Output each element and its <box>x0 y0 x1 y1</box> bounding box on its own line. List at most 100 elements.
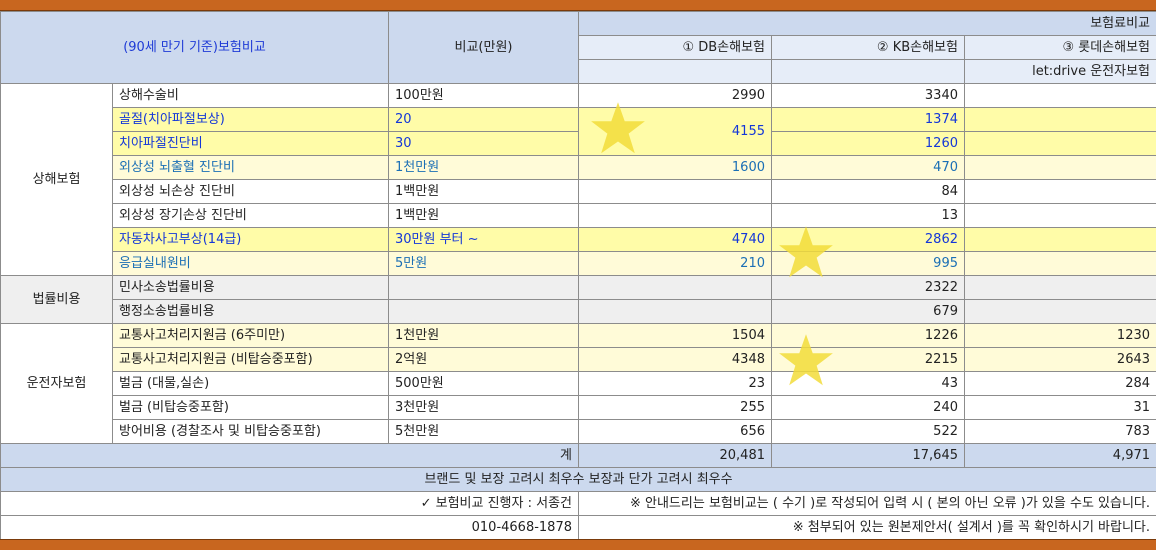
row-kb: 1226 <box>771 323 965 348</box>
table-row: 방어비용 (경찰조사 및 비탑승중포함) 5천만원 656 522 783 <box>1 419 1156 444</box>
lotte-insurance-header: ③ 롯데손해보험 <box>963 35 1156 60</box>
table-row: 골절(치아파절보상) 20 4155 1374 <box>1 107 1156 156</box>
table-row: 외상성 뇌출혈 진단비 1천만원 1600 470 <box>1 155 1156 180</box>
row-db: 1600 <box>578 155 772 180</box>
row-item: 응급실내원비 <box>112 251 389 276</box>
row-kb: 522 <box>771 419 965 444</box>
manager-phone: 010-4668-1878 <box>0 515 579 540</box>
total-db: 20,481 <box>578 443 772 468</box>
row-lotte <box>963 131 1156 156</box>
row-db <box>578 179 772 204</box>
summary-row: 브랜드 및 보장 고려시 최우수 보장과 단가 고려시 최우수 <box>0 467 1156 492</box>
row-kb: 995 <box>771 251 965 276</box>
row-compare: 1천만원 <box>388 323 579 348</box>
row-kb: 1260 <box>771 131 965 156</box>
total-lotte: 4,971 <box>963 443 1156 468</box>
row-db: 4155 <box>578 107 772 156</box>
row-compare: 1천만원 <box>388 155 579 180</box>
row-compare: 1백만원 <box>388 179 579 204</box>
row-lotte: 284 <box>963 371 1156 396</box>
row-item: 골절(치아파절보상) <box>112 107 389 132</box>
row-lotte <box>963 275 1156 300</box>
row-db: 4348 <box>578 347 772 372</box>
table-title: (90세 만기 기준)보험비교 <box>0 11 389 84</box>
row-kb: 240 <box>771 395 965 420</box>
table-row: 교통사고처리지원금 (비탑승중포함) 2억원 4348 2215 2643 <box>1 347 1156 372</box>
premium-compare-header: 보험료비교 <box>577 11 1156 36</box>
row-db: 4740 <box>578 227 772 252</box>
row-kb: 13 <box>771 203 965 228</box>
row-item: 민사소송법률비용 <box>112 275 389 300</box>
row-item: 상해수술비 <box>112 83 389 108</box>
row-lotte <box>963 179 1156 204</box>
row-compare: 1백만원 <box>388 203 579 228</box>
row-kb: 470 <box>771 155 965 180</box>
lotte-product-name: let:drive 운전자보험 <box>963 59 1156 84</box>
row-item: 치아파절진단비 <box>112 131 389 156</box>
footer-row: ✓ 보험비교 진행자 : 서종건 ※ 안내드리는 보험비교는 ( 수기 )로 작… <box>0 491 1156 516</box>
table-row: 외상성 뇌손상 진단비 1백만원 84 <box>1 179 1156 204</box>
table-row: 상해보험 상해수술비 100만원 2990 3340 <box>0 83 1156 276</box>
compare-column-header: 비교(만원) <box>388 11 579 84</box>
row-lotte <box>963 107 1156 132</box>
notice-line-1: ※ 안내드리는 보험비교는 ( 수기 )로 작성되어 입력 시 ( 본의 아닌 … <box>577 491 1156 516</box>
row-compare <box>388 275 579 300</box>
total-row: 계 20,481 17,645 4,971 <box>0 443 1156 468</box>
summary-text: 브랜드 및 보장 고려시 최우수 보장과 단가 고려시 최우수 <box>0 467 1156 492</box>
table-row: 운전자보험 교통사고처리지원금 (6주미만) 1천만원 1504 1226 12… <box>0 323 1156 444</box>
row-db: 2990 <box>578 83 772 108</box>
table-row: 자동차사고부상(14급) 30만원 부터 ~ 4740 2862 <box>1 227 1156 252</box>
category-driver: 운전자보험 <box>0 323 113 444</box>
row-kb: 84 <box>771 179 965 204</box>
table-row: 행정소송법률비용 679 <box>1 299 1156 324</box>
table-row: 벌금 (대물,실손) 500만원 23 43 284 <box>1 371 1156 396</box>
table-row: 법률비용 민사소송법률비용 2322 <box>0 275 1156 324</box>
row-db <box>578 275 772 300</box>
row-db: 210 <box>578 251 772 276</box>
row-item: 외상성 뇌손상 진단비 <box>112 179 389 204</box>
row-kb: 1374 <box>771 107 965 132</box>
row-db <box>578 203 772 228</box>
row-kb: 2322 <box>771 275 965 300</box>
row-kb: 3340 <box>771 83 965 108</box>
row-compare: 30만원 부터 ~ <box>388 227 579 252</box>
row-compare: 5천만원 <box>388 419 579 444</box>
row-kb: 2862 <box>771 227 965 252</box>
row-item: 방어비용 (경찰조사 및 비탑승중포함) <box>112 419 389 444</box>
row-lotte: 1230 <box>963 323 1156 348</box>
row-lotte <box>963 299 1156 324</box>
row-db: 255 <box>578 395 772 420</box>
row-item: 외상성 장기손상 진단비 <box>112 203 389 228</box>
table-row: 치아파절진단비 30 1260 <box>1 131 1156 156</box>
row-lotte <box>963 155 1156 180</box>
row-compare: 3천만원 <box>388 395 579 420</box>
row-kb: 679 <box>771 299 965 324</box>
table-row: 벌금 (비탑승중포함) 3천만원 255 240 31 <box>1 395 1156 420</box>
table-row: 외상성 장기손상 진단비 1백만원 13 <box>1 203 1156 228</box>
row-item: 교통사고처리지원금 (6주미만) <box>112 323 389 348</box>
row-lotte <box>963 227 1156 252</box>
row-compare: 5만원 <box>388 251 579 276</box>
row-compare: 2억원 <box>388 347 579 372</box>
row-db: 656 <box>578 419 772 444</box>
table-row: 응급실내원비 5만원 210 995 <box>1 251 1156 276</box>
row-kb: 2215 <box>771 347 965 372</box>
insurance-comparison-table: (90세 만기 기준)보험비교 비교(만원) 보험료비교 ① DB손해보험 ② … <box>0 11 1156 540</box>
row-kb: 43 <box>771 371 965 396</box>
bottom-accent-bar <box>0 539 1156 550</box>
category-legal: 법률비용 <box>0 275 113 324</box>
total-label: 계 <box>0 443 579 468</box>
row-item: 벌금 (대물,실손) <box>112 371 389 396</box>
notice-line-2: ※ 첨부되어 있는 원본제안서( 설계서 )를 꼭 확인하시기 바랍니다. <box>577 515 1156 540</box>
row-item: 외상성 뇌출혈 진단비 <box>112 155 389 180</box>
row-lotte: 2643 <box>963 347 1156 372</box>
row-lotte <box>963 83 1156 108</box>
row-lotte: 31 <box>963 395 1156 420</box>
row-item: 벌금 (비탑승중포함) <box>112 395 389 420</box>
manager-name: ✓ 보험비교 진행자 : 서종건 <box>0 491 579 516</box>
row-item: 자동차사고부상(14급) <box>112 227 389 252</box>
row-lotte: 783 <box>963 419 1156 444</box>
kb-insurance-header: ② KB손해보험 <box>771 35 965 60</box>
row-lotte <box>963 251 1156 276</box>
row-compare: 30 <box>388 131 579 156</box>
